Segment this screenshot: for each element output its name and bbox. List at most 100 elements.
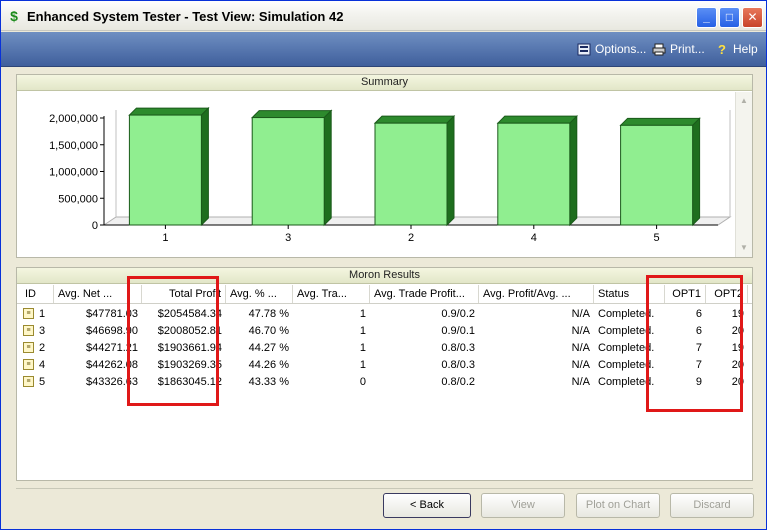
- table-cell: 44.27 %: [248, 342, 289, 354]
- table-row[interactable]: ≡ 2 $44271.21 $1903661.94 44.27 % 1 0.8/0.3 N/A…: [17, 340, 752, 357]
- results-header: Moron Results: [17, 268, 752, 284]
- bar-side: [323, 109, 332, 227]
- table-cell: N/A: [571, 342, 590, 354]
- column-header[interactable]: ID: [21, 285, 54, 304]
- table-cell: 0.8/0.2: [441, 376, 475, 388]
- bar: [620, 124, 694, 226]
- table-row[interactable]: ≡ 1 $47781.03 $2054584.34 47.78 % 1 0.9/0.2 N/A…: [17, 306, 752, 323]
- table-cell: 6: [695, 308, 702, 320]
- table-cell: 47.78 %: [248, 308, 289, 320]
- bar-top: [250, 110, 333, 119]
- table-cell: $44271.21: [86, 342, 138, 354]
- result-row-icon: ≡: [23, 359, 34, 370]
- help-label: Help: [733, 42, 758, 56]
- y-tick-label: 1,500,000: [49, 140, 98, 152]
- toolbar: Options... Print... ? Help: [1, 32, 766, 67]
- result-row-icon: ≡: [23, 342, 34, 353]
- table-cell: 7: [695, 359, 702, 371]
- table-cell: 0.9/0.2: [441, 308, 475, 320]
- summary-panel: Summary 0 500,000 1,000,000 1,500,000 2,000,…: [16, 74, 753, 258]
- table-cell: N/A: [571, 308, 590, 320]
- print-label: Print...: [670, 42, 705, 56]
- bar: [128, 114, 202, 226]
- column-header[interactable]: Avg. % ...: [226, 285, 293, 304]
- table-cell: 2: [39, 342, 46, 354]
- table-row[interactable]: ≡ 3 $46698.90 $2008052.81 46.70 % 1 0.9/0.1 N/A…: [17, 323, 752, 340]
- bar-top: [128, 107, 210, 116]
- summary-chart: 0 500,000 1,000,000 1,500,000 2,000,000 1 3 2 4 5: [18, 93, 737, 261]
- help-icon: ?: [718, 41, 726, 57]
- table-row[interactable]: ≡ 4 $44262.08 $1903269.35 44.26 % 1 0.8/0.3 N/A…: [17, 357, 752, 374]
- minimize-button[interactable]: _: [696, 7, 717, 28]
- dollar-icon: $: [10, 8, 18, 24]
- table-cell: 0: [359, 376, 366, 388]
- plot-on-chart-button[interactable]: Plot on Chart: [576, 493, 660, 518]
- x-tick-label: 3: [285, 232, 291, 244]
- table-cell: 7: [695, 342, 702, 354]
- y-tick-label: 0: [92, 220, 98, 232]
- bar: [374, 122, 448, 226]
- table-cell: $1903269.35: [157, 359, 222, 371]
- x-tick-label: 4: [531, 232, 537, 244]
- table-cell: Completed.: [598, 308, 655, 320]
- table-row[interactable]: ≡ 5 $43326.63 $1863045.12 43.33 % 0 0.8/0.2 N/A…: [17, 374, 752, 391]
- column-header[interactable]: Status: [594, 285, 665, 304]
- table-cell: 20: [731, 359, 744, 371]
- table-cell: 19: [731, 342, 744, 354]
- bar-top: [373, 115, 456, 124]
- bar-side: [569, 114, 578, 227]
- column-header[interactable]: Avg. Tra...: [293, 285, 370, 304]
- bar-chart: 0 500,000 1,000,000 1,500,000 2,000,000 1 3 2 4 5: [49, 106, 732, 244]
- bar: [497, 122, 571, 226]
- column-header[interactable]: Total Profit: [142, 285, 226, 304]
- help-menu[interactable]: ? Help: [715, 42, 758, 56]
- table-cell: Completed.: [598, 325, 655, 337]
- print-menu[interactable]: Print...: [652, 42, 705, 56]
- bar-side: [200, 106, 209, 227]
- table-cell: 20: [731, 376, 744, 388]
- bar-side: [692, 117, 701, 227]
- column-header[interactable]: Avg. Trade Profit...: [370, 285, 479, 304]
- back-button[interactable]: < Back: [383, 493, 471, 518]
- y-tick-label: 1,000,000: [49, 167, 98, 179]
- table-cell: N/A: [571, 376, 590, 388]
- options-label: Options...: [595, 42, 647, 56]
- column-header[interactable]: Avg. Net ...: [54, 285, 142, 304]
- y-tick-label: 500,000: [58, 193, 98, 205]
- table-cell: 46.70 %: [248, 325, 289, 337]
- discard-button[interactable]: Discard: [670, 493, 754, 518]
- table-cell: $44262.08: [86, 359, 138, 371]
- summary-scrollbar[interactable]: ▲ ▼: [735, 92, 752, 257]
- options-menu[interactable]: Options...: [577, 42, 646, 56]
- table-cell: $1863045.12: [157, 376, 222, 388]
- view-button[interactable]: View: [481, 493, 565, 518]
- table-cell: 0.9/0.1: [441, 325, 475, 337]
- table-cell: N/A: [571, 359, 590, 371]
- table-cell: 43.33 %: [248, 376, 289, 388]
- scroll-down-icon[interactable]: ▼: [737, 241, 751, 255]
- table-cell: 20: [731, 325, 744, 337]
- table-cell: $46698.90: [86, 325, 138, 337]
- close-button[interactable]: ✕: [742, 7, 763, 28]
- result-row-icon: ≡: [23, 325, 34, 336]
- column-header[interactable]: OPT1: [665, 285, 706, 304]
- table-cell: 1: [359, 359, 366, 371]
- table-cell: Completed.: [598, 376, 655, 388]
- column-header[interactable]: OPT2: [706, 285, 748, 304]
- summary-header: Summary: [17, 75, 752, 91]
- table-cell: 44.26 %: [248, 359, 289, 371]
- table-cell: 0.8/0.3: [441, 359, 475, 371]
- results-panel: Moron Results ID Avg. Net ... Total Profit…: [16, 267, 753, 481]
- bar: [251, 117, 325, 226]
- result-row-icon: ≡: [23, 308, 34, 319]
- scroll-up-icon[interactable]: ▲: [737, 94, 751, 108]
- table-cell: 1: [359, 342, 366, 354]
- x-tick-label: 1: [162, 232, 168, 244]
- column-header[interactable]: Avg. Profit/Avg. ...: [479, 285, 594, 304]
- bar-side: [446, 114, 455, 227]
- table-cell: 4: [39, 359, 46, 371]
- title-bar[interactable]: $ Enhanced System Tester - Test View: Si…: [1, 1, 766, 31]
- maximize-button[interactable]: □: [719, 7, 740, 28]
- table-cell: Completed.: [598, 342, 655, 354]
- bar-top: [496, 115, 579, 124]
